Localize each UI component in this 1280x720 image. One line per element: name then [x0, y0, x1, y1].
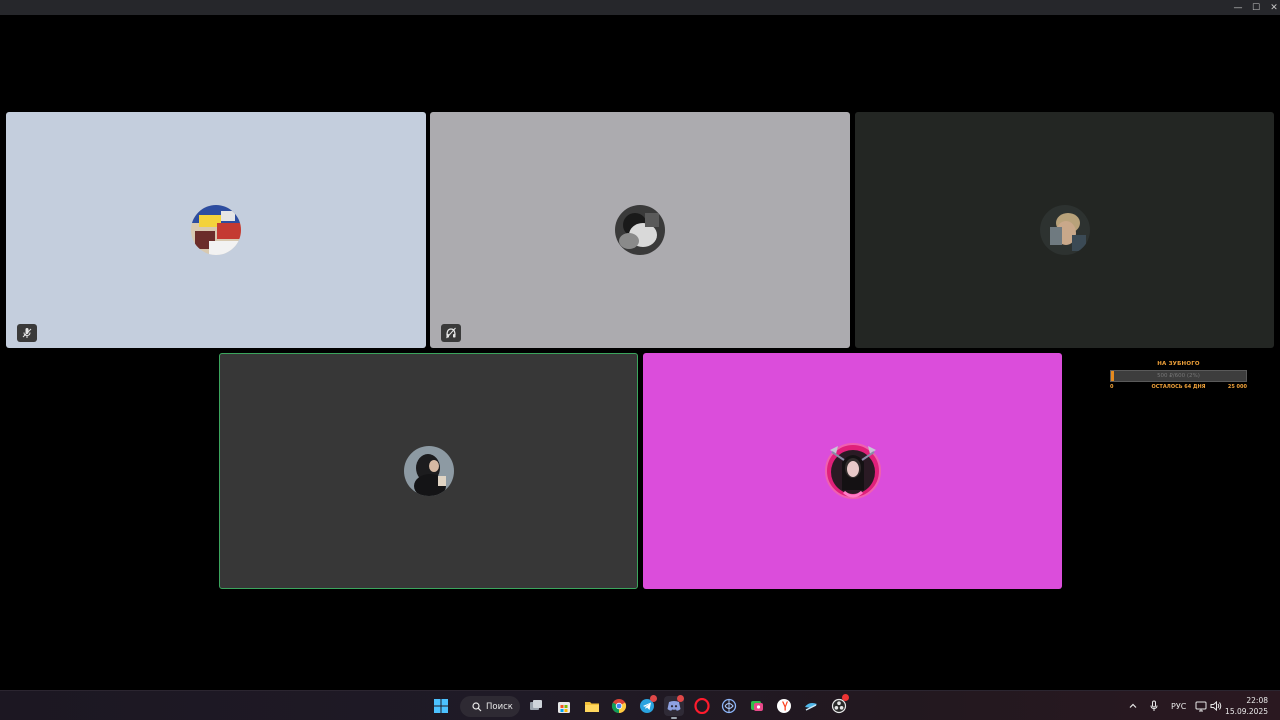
avatar-image	[824, 443, 881, 499]
clock-date: 15.09.2025	[1225, 707, 1268, 716]
goal-remaining: ОСТАЛОСЬ 64 ДНЯ	[1151, 384, 1206, 390]
mic-status[interactable]	[17, 324, 37, 342]
steam-icon	[805, 703, 817, 711]
clock-time: 22:08	[1246, 696, 1268, 705]
windows-start-icon	[434, 699, 448, 713]
search-icon	[472, 701, 482, 711]
ai-app-icon	[721, 698, 737, 714]
avatar-image	[403, 446, 454, 496]
network-tray-button[interactable]	[1195, 691, 1207, 720]
avatar[interactable]	[1039, 205, 1090, 255]
chevron-up-icon	[1129, 703, 1137, 708]
network-icon	[1195, 701, 1207, 712]
avatar[interactable]	[191, 205, 241, 255]
call-stage: НА ЗУБНОГО 500 ₽/600 (2%) 0 ОСТАЛОСЬ 64 …	[0, 15, 1280, 690]
avatar-image	[615, 205, 665, 255]
deafen-status[interactable]	[441, 324, 461, 342]
taskbar-app[interactable]	[829, 694, 849, 716]
system-clock[interactable]: 22:08 15.09.2025	[1225, 695, 1268, 717]
avatar-with-decoration[interactable]	[824, 442, 882, 500]
microphone-tray-button[interactable]	[1149, 691, 1159, 720]
participant-tile[interactable]	[855, 112, 1274, 348]
taskbar-app[interactable]	[526, 696, 546, 716]
search-label: Поиск	[486, 701, 513, 712]
taskbar: Поиск РУС 22:08 15.09.2025	[0, 690, 1280, 720]
avatar[interactable]	[615, 205, 665, 255]
microphone-icon	[1150, 700, 1158, 711]
window-title-bar: — ☐ ✕	[0, 0, 1280, 15]
chrome-icon	[611, 699, 627, 714]
recording-badge	[842, 694, 849, 701]
donation-goal-widget: НА ЗУБНОГО 500 ₽/600 (2%) 0 ОСТАЛОСЬ 64 …	[1110, 360, 1247, 392]
taskbar-app[interactable]	[637, 695, 657, 716]
goal-max: 25 000	[1227, 384, 1247, 390]
participant-tile[interactable]	[430, 112, 850, 348]
taskbar-search[interactable]: Поиск	[460, 696, 520, 717]
maximize-button[interactable]: ☐	[1247, 0, 1265, 15]
avatar[interactable]	[403, 446, 454, 496]
notification-badge	[650, 695, 657, 702]
taskbar-app[interactable]	[719, 696, 739, 716]
opera-icon	[694, 698, 710, 714]
speaker-icon	[1210, 700, 1222, 712]
minimize-button[interactable]: —	[1229, 0, 1247, 15]
muted-headphones-icon	[446, 327, 456, 339]
taskbar-app[interactable]	[692, 696, 712, 716]
file-explorer-icon	[585, 702, 599, 712]
yandex-browser-icon	[777, 699, 791, 713]
goal-progress-bar: 500 ₽/600 (2%)	[1110, 370, 1247, 382]
participant-tile[interactable]	[6, 112, 426, 348]
task-view-icon	[530, 700, 542, 710]
start-button[interactable]	[431, 696, 451, 716]
goal-title: НА ЗУБНОГО	[1157, 361, 1200, 367]
active-app-indicator	[671, 717, 677, 719]
volume-tray-button[interactable]	[1210, 691, 1222, 720]
mic-icon	[22, 328, 32, 338]
avatar-image	[1039, 205, 1090, 255]
notification-badge	[677, 695, 684, 702]
taskbar-app[interactable]	[554, 696, 574, 716]
participant-tile-speaking[interactable]	[219, 353, 638, 589]
taskbar-app[interactable]	[747, 696, 767, 716]
avatar-image	[191, 205, 241, 255]
tray-overflow-button[interactable]	[1128, 691, 1138, 720]
taskbar-app[interactable]	[801, 696, 821, 716]
microsoft-store-icon	[558, 702, 570, 713]
taskbar-app[interactable]	[774, 696, 794, 716]
participant-tile[interactable]	[643, 353, 1062, 589]
taskbar-app[interactable]	[609, 696, 629, 716]
close-button[interactable]: ✕	[1265, 0, 1280, 15]
goal-progress-text: 500 ₽/600 (2%)	[1157, 373, 1200, 379]
language-indicator[interactable]: РУС	[1171, 691, 1186, 720]
taskbar-app-active[interactable]	[664, 695, 684, 716]
taskbar-app[interactable]	[582, 696, 602, 716]
messenger-icon	[751, 701, 763, 711]
